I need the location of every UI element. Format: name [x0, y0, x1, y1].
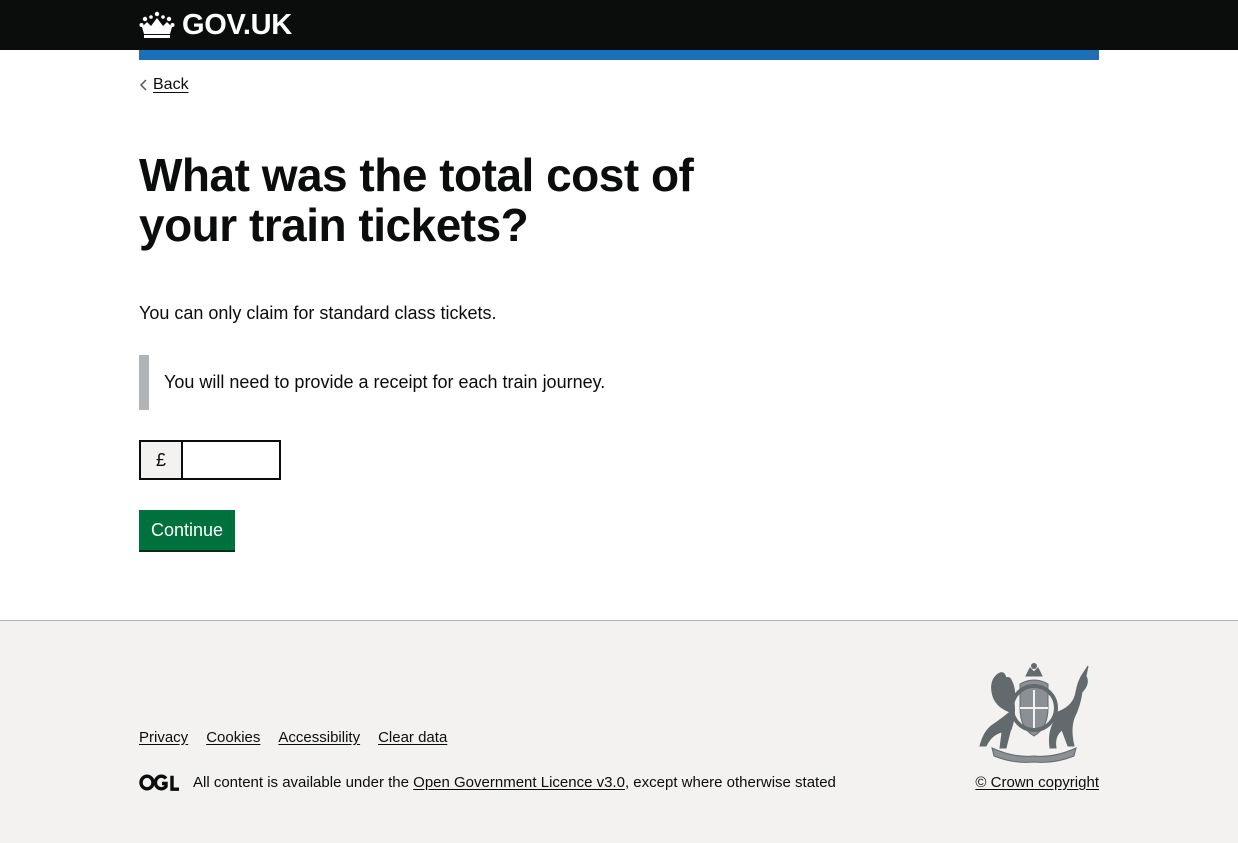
ogl-logo-icon — [139, 774, 179, 791]
footer-links: Privacy Cookies Accessibility Clear data — [139, 729, 447, 746]
crown-copyright-link[interactable]: © Crown copyright — [975, 774, 1099, 791]
inset-text: You will need to provide a receipt for e… — [139, 355, 699, 410]
licence-statement: All content is available under the Open … — [139, 774, 836, 791]
continue-button[interactable]: Continue — [139, 510, 236, 550]
page-title: What was the total cost of your train ti… — [139, 149, 694, 251]
footer-link-accessibility[interactable]: Accessibility — [278, 729, 360, 746]
licence-suffix: , except where otherwise stated — [624, 774, 836, 791]
amount-input[interactable] — [181, 440, 281, 480]
footer-link-cookies[interactable]: Cookies — [206, 729, 260, 746]
hint-text: You can only claim for standard class ti… — [139, 303, 497, 323]
site-footer: Privacy Cookies Accessibility Clear data… — [0, 620, 1238, 843]
govuk-home-link[interactable]: GOV.UK — [139, 8, 292, 42]
back-link[interactable]: Back — [139, 75, 189, 95]
footer-link-clear-data[interactable]: Clear data — [378, 729, 447, 746]
royal-coat-of-arms-icon — [979, 663, 1089, 763]
crown-icon — [139, 11, 175, 38]
govuk-logo-text: GOV.UK — [182, 9, 292, 41]
currency-prefix: £ — [139, 440, 181, 480]
back-link-label: Back — [153, 76, 189, 93]
amount-input-group: £ — [139, 440, 281, 480]
licence-link[interactable]: Open Government Licence v3.0 — [413, 774, 625, 791]
site-header: GOV.UK — [0, 0, 1238, 50]
header-accent-bar — [139, 50, 1099, 60]
chevron-left-icon — [139, 79, 147, 91]
footer-link-privacy[interactable]: Privacy — [139, 729, 188, 746]
licence-prefix: All content is available under the — [193, 774, 409, 791]
